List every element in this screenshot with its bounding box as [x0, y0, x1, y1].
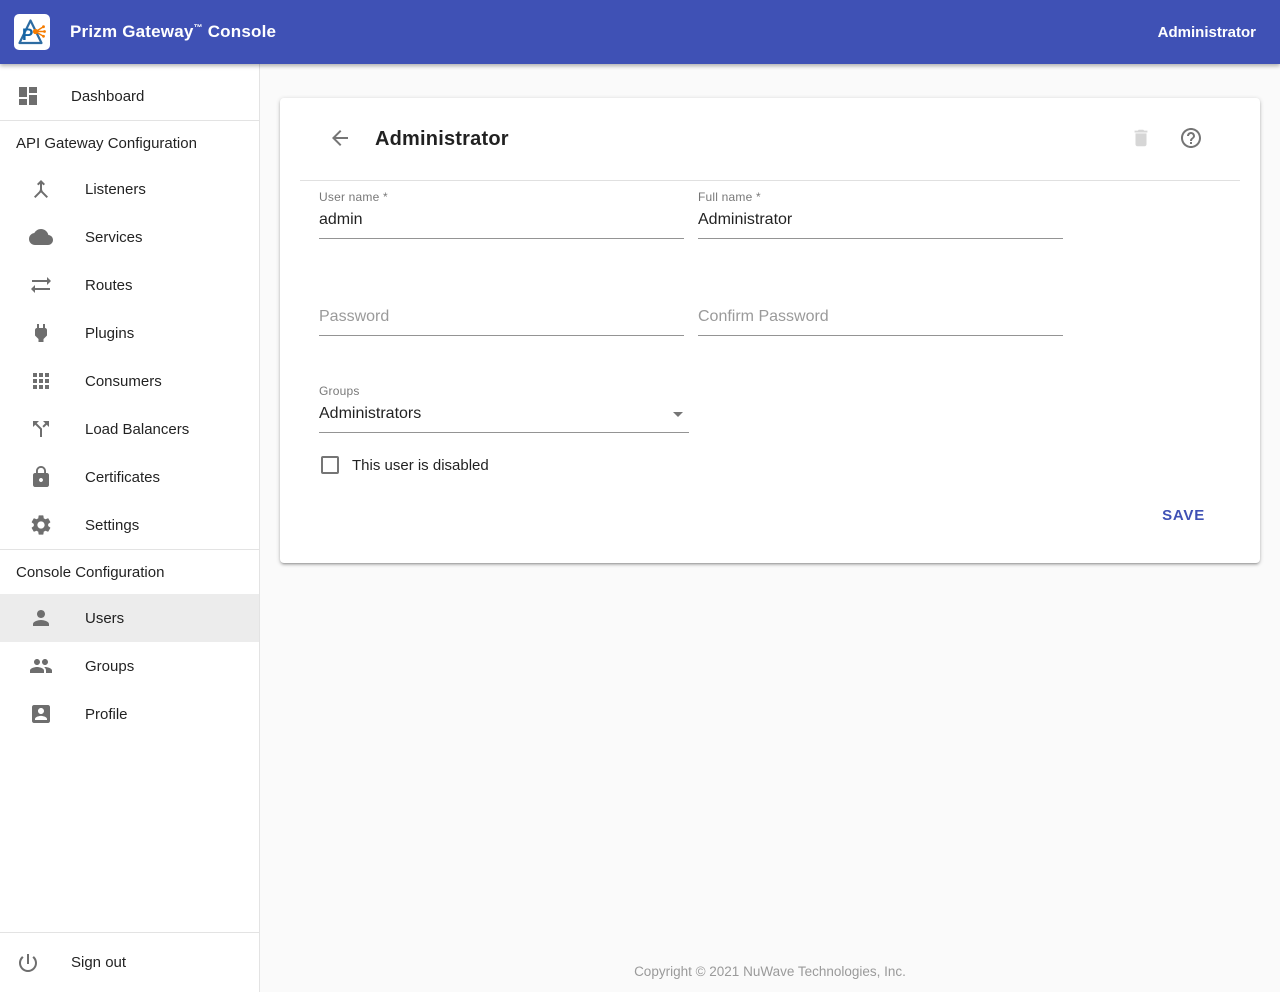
- help-button[interactable]: [1175, 123, 1207, 155]
- username-label: User name *: [319, 190, 684, 204]
- confirm-password-input[interactable]: [698, 301, 1063, 336]
- groups-select-group: Groups Administrators: [319, 384, 689, 433]
- groups-label: Groups: [319, 384, 689, 398]
- username-input[interactable]: [319, 204, 684, 239]
- password-input[interactable]: [319, 301, 684, 336]
- fullname-label: Full name *: [698, 190, 1063, 204]
- sidebar-item-label: Users: [85, 610, 124, 627]
- arrow-back-icon: [328, 126, 352, 153]
- dashboard-icon: [16, 84, 40, 108]
- people-icon: [29, 654, 53, 678]
- swap-arrows-icon: [29, 273, 53, 297]
- sidebar-item-label: Services: [85, 229, 143, 246]
- sidebar-item-label: Profile: [85, 706, 128, 723]
- save-button[interactable]: SAVE: [1146, 498, 1221, 533]
- sidebar-item-label: Settings: [85, 517, 139, 534]
- app-title: Prizm Gateway™ Console: [70, 22, 276, 42]
- sidebar-item-label: Load Balancers: [85, 421, 189, 438]
- merge-icon: [29, 177, 53, 201]
- back-button[interactable]: [324, 123, 356, 155]
- sidebar-item-label: Certificates: [85, 469, 160, 486]
- sidebar-item-users[interactable]: Users: [0, 594, 259, 642]
- copyright-footer: Copyright © 2021 NuWave Technologies, In…: [260, 964, 1280, 979]
- lock-icon: [29, 465, 53, 489]
- form-grid: User name * Full name *: [319, 190, 1221, 336]
- sidebar-item-routes[interactable]: Routes: [0, 261, 259, 309]
- app-title-console: Console: [208, 22, 276, 41]
- password-label-space: [319, 287, 684, 301]
- main-content: Administrator: [260, 64, 1280, 992]
- section-title-api-gateway: API Gateway Configuration: [0, 121, 259, 165]
- confirm-password-field-group: [698, 287, 1063, 336]
- sidebar-item-certificates[interactable]: Certificates: [0, 453, 259, 501]
- prizm-logo-icon: P: [14, 14, 50, 50]
- checkbox-unchecked[interactable]: [321, 456, 339, 474]
- confirm-password-label-space: [698, 287, 1063, 301]
- sidebar-item-profile[interactable]: Profile: [0, 690, 259, 738]
- app-root: P Prizm Gateway™ Console Administrator D…: [0, 0, 1280, 992]
- content-row: Dashboard API Gateway Configuration List…: [0, 64, 1280, 992]
- sidebar-item-dashboard[interactable]: Dashboard: [0, 72, 259, 120]
- page-title: Administrator: [375, 128, 509, 151]
- fullname-input[interactable]: [698, 204, 1063, 239]
- delete-user-button[interactable]: [1125, 123, 1157, 155]
- groups-selected-value: Administrators: [319, 405, 421, 423]
- sidebar-item-label: Routes: [85, 277, 133, 294]
- sidebar-item-label: Listeners: [85, 181, 146, 198]
- cloud-icon: [29, 225, 53, 249]
- help-icon: [1179, 126, 1203, 153]
- sidebar-item-label: Dashboard: [71, 88, 144, 105]
- current-user-menu[interactable]: Administrator: [1158, 24, 1256, 41]
- sign-out-button[interactable]: Sign out: [0, 933, 259, 992]
- sidebar-item-groups[interactable]: Groups: [0, 642, 259, 690]
- password-field-group: [319, 287, 684, 336]
- sign-out-label: Sign out: [71, 954, 126, 971]
- trash-icon: [1130, 127, 1152, 152]
- sidebar-item-consumers[interactable]: Consumers: [0, 357, 259, 405]
- user-edit-card: Administrator: [280, 98, 1260, 563]
- trademark-symbol: ™: [194, 22, 203, 32]
- groups-select[interactable]: Administrators: [319, 398, 689, 433]
- sidebar-item-label: Consumers: [85, 373, 162, 390]
- sidebar-item-services[interactable]: Services: [0, 213, 259, 261]
- plug-icon: [29, 321, 53, 345]
- fullname-field-group: Full name *: [698, 190, 1063, 239]
- sidebar-spacer: [0, 738, 259, 932]
- sidebar-item-plugins[interactable]: Plugins: [0, 309, 259, 357]
- account-box-icon: [29, 702, 53, 726]
- checkbox-label: This user is disabled: [352, 457, 489, 474]
- sidebar-item-load-balancers[interactable]: Load Balancers: [0, 405, 259, 453]
- app-title-brand: Prizm Gateway: [70, 22, 194, 41]
- top-app-bar: P Prizm Gateway™ Console Administrator: [0, 0, 1280, 64]
- username-field-group: User name *: [319, 190, 684, 239]
- person-icon: [29, 606, 53, 630]
- power-icon: [16, 951, 40, 975]
- card-actions: SAVE: [319, 498, 1221, 533]
- user-disabled-checkbox-row[interactable]: This user is disabled: [319, 456, 1221, 474]
- call-split-icon: [29, 417, 53, 441]
- section-title-console-config: Console Configuration: [0, 550, 259, 594]
- card-header: Administrator: [280, 98, 1260, 180]
- sidebar-item-settings[interactable]: Settings: [0, 501, 259, 549]
- user-form: User name * Full name *: [280, 181, 1260, 563]
- sidebar-nav: Dashboard API Gateway Configuration List…: [0, 64, 260, 992]
- apps-grid-icon: [29, 369, 53, 393]
- sidebar-item-listeners[interactable]: Listeners: [0, 165, 259, 213]
- gear-icon: [29, 513, 53, 537]
- sidebar-item-label: Groups: [85, 658, 134, 675]
- dropdown-arrow-icon: [673, 412, 683, 417]
- sidebar-item-label: Plugins: [85, 325, 134, 342]
- svg-text:P: P: [22, 25, 33, 44]
